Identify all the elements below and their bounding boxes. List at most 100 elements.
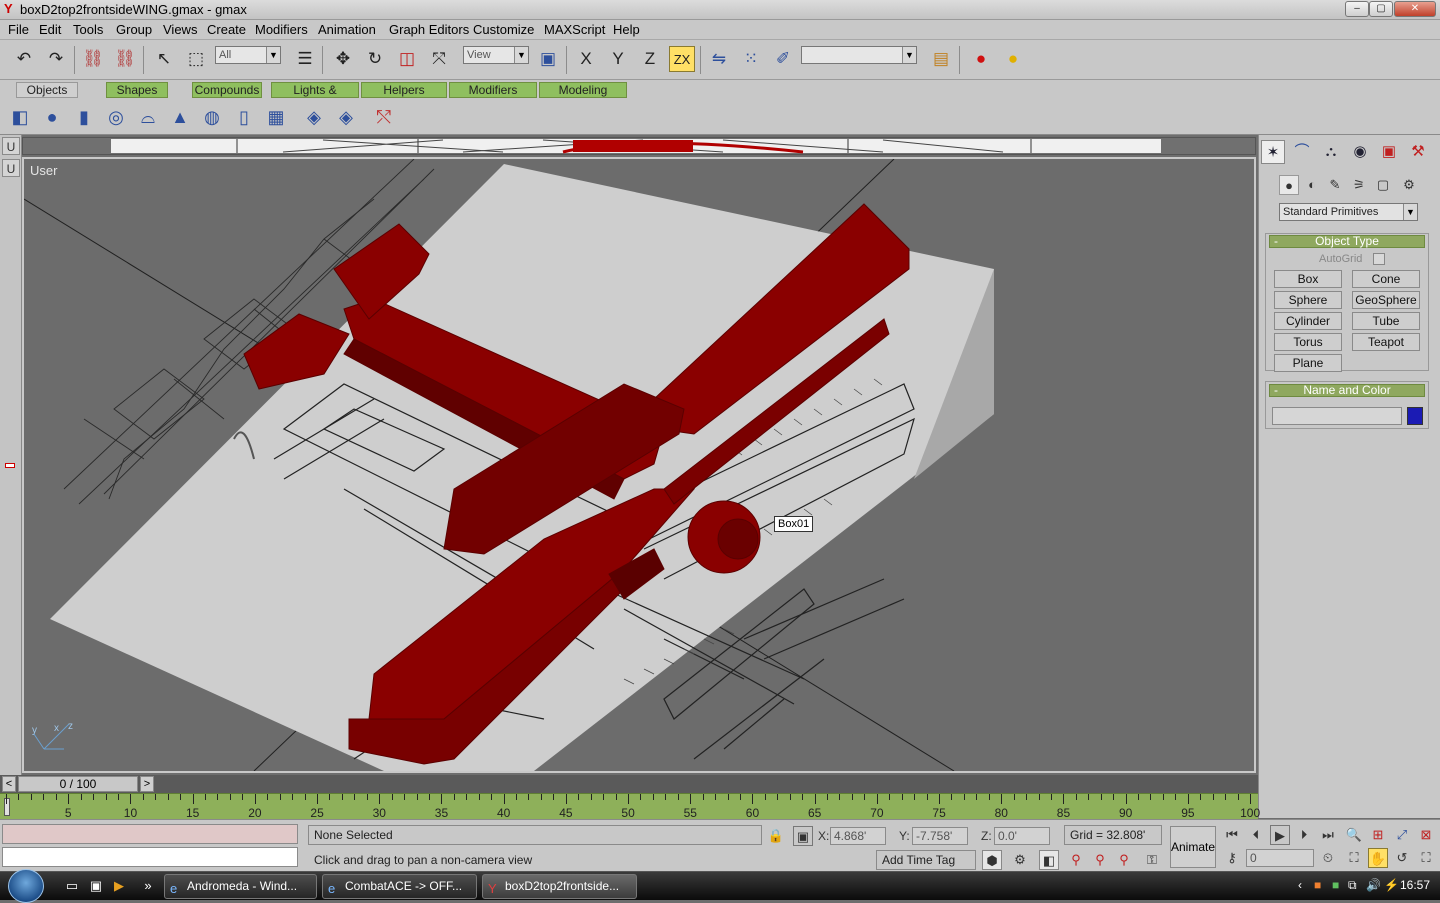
go-to-end-icon[interactable]: ⏭	[1318, 825, 1338, 845]
time-prev-button[interactable]: <	[2, 776, 16, 792]
tab-lights-cameras[interactable]: Lights & Cameras	[271, 82, 359, 111]
tab-modifiers[interactable]: Modifiers	[449, 82, 537, 98]
plane-button[interactable]: Plane	[1274, 354, 1342, 372]
torus-button[interactable]: Torus	[1274, 333, 1342, 351]
clock[interactable]: 16:57	[1400, 878, 1430, 892]
maximize-viewport-icon[interactable]: ⛶	[1416, 848, 1436, 868]
menu-group[interactable]: Group	[116, 22, 152, 38]
restrict-y-button[interactable]: Y	[605, 46, 631, 72]
select-by-name-icon[interactable]: ☰	[292, 46, 318, 72]
select-and-move-icon[interactable]: ✥	[330, 46, 356, 72]
z-coordinate-input[interactable]: 0.0'	[994, 827, 1050, 845]
menu-graph-editors[interactable]: Graph Editors	[389, 22, 469, 38]
select-and-scale-icon[interactable]: ◫	[394, 46, 420, 72]
cylinder-icon[interactable]: ▮	[72, 105, 96, 129]
previous-frame-icon[interactable]: ⏴	[1246, 825, 1266, 845]
tube-icon[interactable]: ▯	[232, 105, 256, 129]
absolute-mode-icon[interactable]: ▣	[793, 826, 813, 846]
window-crossing-icon[interactable]: ⚲	[1114, 850, 1134, 870]
key-mode-icon[interactable]: ⚿	[1142, 850, 1162, 870]
zoom-extents-all-icon[interactable]: ⊠	[1416, 825, 1436, 845]
restrict-x-button[interactable]: X	[573, 46, 599, 72]
animate-button[interactable]: Animate	[1170, 826, 1216, 868]
pivot-center-icon[interactable]: ▣	[535, 46, 561, 72]
cameras-icon[interactable]: ⚞	[1349, 175, 1369, 195]
snap-toggle-icon[interactable]: ⚙	[1010, 850, 1030, 870]
hierarchy-tab-icon[interactable]: ⛬	[1319, 140, 1343, 164]
current-frame-input[interactable]: 0	[1246, 849, 1314, 867]
zoom-icon[interactable]: 🔍	[1344, 825, 1364, 845]
taskbar-item-andromeda[interactable]: e Andromeda - Wind...	[164, 874, 317, 899]
menu-create[interactable]: Create	[207, 22, 246, 38]
cone-button[interactable]: Cone	[1352, 270, 1420, 288]
torus-icon[interactable]: ◎	[104, 105, 128, 129]
show-desktop-icon[interactable]: ▭	[64, 878, 80, 894]
next-frame-icon[interactable]: ⏵	[1294, 825, 1314, 845]
helpers-icon[interactable]: ▢	[1373, 175, 1393, 195]
create-tab-icon[interactable]: ✶	[1261, 140, 1285, 164]
align-icon[interactable]: ✐	[770, 46, 796, 72]
systems-icon[interactable]: ⚙	[1399, 175, 1419, 195]
utilities-tab-icon[interactable]: ⚒	[1406, 140, 1430, 164]
patch-tri-icon[interactable]: ◈	[334, 105, 358, 129]
selection-filter-dropdown[interactable]: All ▼	[215, 46, 281, 64]
select-and-rotate-icon[interactable]: ↻	[362, 46, 388, 72]
time-slider-thumb[interactable]: 0 / 100	[18, 776, 138, 792]
geosphere-icon[interactable]: ◍	[200, 105, 224, 129]
maxscript-listener-input[interactable]	[2, 824, 298, 844]
tab-helpers[interactable]: Helpers	[361, 82, 447, 98]
menu-tools[interactable]: Tools	[73, 22, 103, 38]
render-icon[interactable]: ●	[1000, 46, 1026, 72]
go-to-start-icon[interactable]: ⏮	[1222, 825, 1242, 845]
tab-compounds[interactable]: Compounds	[192, 82, 262, 98]
unlink-icon[interactable]: ⛓	[112, 46, 138, 72]
modify-tab-icon[interactable]: ⌒	[1290, 140, 1314, 164]
category-dropdown[interactable]: Standard Primitives ▼	[1279, 203, 1418, 221]
cylinder-button[interactable]: Cylinder	[1274, 312, 1342, 330]
region-select-icon[interactable]: ⬚	[183, 46, 209, 72]
tray-icon-3[interactable]: ⚡	[1384, 878, 1399, 892]
minimize-button[interactable]: ‒	[1345, 1, 1369, 17]
start-button[interactable]	[8, 869, 44, 903]
percent-snap-icon[interactable]: ⚲	[1066, 850, 1086, 870]
reference-coord-dropdown[interactable]: View ▼	[463, 46, 529, 64]
taskbar-item-gmax[interactable]: YboxD2top2frontside...	[482, 874, 637, 899]
menu-modifiers[interactable]: Modifiers	[255, 22, 308, 38]
cone-icon[interactable]: ▲	[168, 105, 192, 129]
quick-launch-expand-icon[interactable]: »	[140, 878, 156, 894]
object-name-input[interactable]	[1272, 407, 1402, 425]
motion-tab-icon[interactable]: ◉	[1348, 140, 1372, 164]
geosphere-button[interactable]: GeoSphere	[1352, 291, 1420, 309]
arc-rotate-icon[interactable]: ↺	[1392, 848, 1412, 868]
teapot-icon[interactable]: ⌓	[136, 105, 160, 129]
zoom-all-icon[interactable]: ⊞	[1368, 825, 1388, 845]
select-and-manipulate-icon[interactable]: ⤧	[426, 46, 452, 72]
network-icon[interactable]: ⧉	[1348, 878, 1357, 893]
redo-icon[interactable]: ↷	[43, 46, 69, 72]
name-and-color-header[interactable]: - Name and Color	[1269, 384, 1425, 397]
display-tab-icon[interactable]: ▣	[1377, 140, 1401, 164]
shapes-icon[interactable]: ◐	[1302, 175, 1322, 195]
menu-edit[interactable]: Edit	[39, 22, 61, 38]
menu-customize[interactable]: Customize	[473, 22, 534, 38]
restrict-z-button[interactable]: Z	[637, 46, 663, 72]
teapot-button[interactable]: Teapot	[1352, 333, 1420, 351]
current-frame-marker[interactable]	[4, 798, 10, 816]
x-coordinate-input[interactable]: 4.868'	[830, 827, 886, 845]
tab-modeling[interactable]: Modeling	[539, 82, 627, 98]
y-coordinate-input[interactable]: -7.758'	[912, 827, 968, 845]
object-color-swatch[interactable]	[1407, 407, 1423, 425]
menu-file[interactable]: File	[8, 22, 29, 38]
tray-app-icon-2[interactable]: ■	[1332, 878, 1339, 892]
select-object-icon[interactable]: ↖	[151, 46, 177, 72]
undo-icon[interactable]: ↶	[11, 46, 37, 72]
sphere-button[interactable]: Sphere	[1274, 291, 1342, 309]
degradation-override-icon[interactable]: ⬢	[982, 850, 1002, 870]
tray-expand-icon[interactable]: ‹	[1298, 878, 1302, 892]
object-type-header[interactable]: - Object Type	[1269, 235, 1425, 248]
viewport-label[interactable]: User	[30, 163, 57, 178]
tab-objects[interactable]: Objects	[16, 82, 78, 98]
mirror-icon[interactable]: ⇋	[706, 46, 732, 72]
volume-icon[interactable]: 🔊	[1366, 878, 1381, 892]
top-viewport-label[interactable]: U	[2, 137, 20, 155]
